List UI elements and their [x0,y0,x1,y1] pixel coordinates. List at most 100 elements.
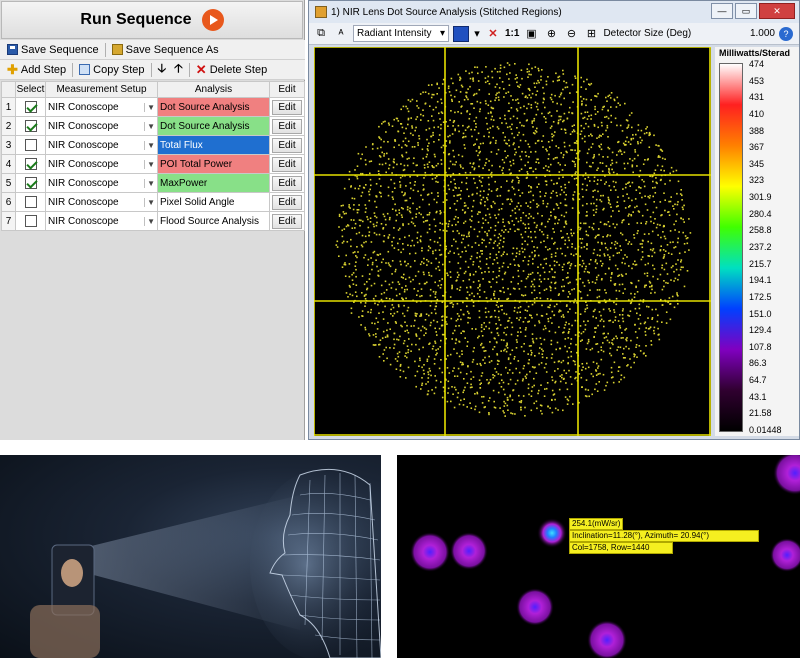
move-step-down-button[interactable]: 🡣 [154,61,171,79]
dot [370,184,372,187]
dot [564,132,567,134]
edit-button[interactable]: Edit [272,137,302,153]
analysis-cell[interactable]: Pixel Solid Angle [157,192,270,212]
table-row[interactable]: 3 NIR Conoscope ▼ Total Flux Edit [1,135,305,155]
edit-button[interactable]: Edit [272,194,302,210]
add-step-button[interactable]: ✚ Add Step [3,61,70,79]
select-cell[interactable] [15,173,46,193]
minimize-button[interactable]: — [711,3,733,19]
delete-step-button[interactable]: ✕ Delete Step [192,61,271,79]
select-cell[interactable] [15,116,46,136]
measurement-setup-cell[interactable]: NIR Conoscope ▼ [45,173,158,193]
detector-icon[interactable]: ⊞ [583,26,599,42]
select-cell[interactable] [15,211,46,231]
dot [425,332,427,334]
table-row[interactable]: 2 NIR Conoscope ▼ Dot Source Analysis Edi… [1,116,305,136]
chevron-down-icon[interactable]: ▼ [144,159,155,169]
table-row[interactable]: 1 NIR Conoscope ▼ Dot Source Analysis Edi… [1,97,305,117]
dot [569,264,572,267]
chevron-down-icon[interactable]: ▼ [144,216,155,226]
chevron-down-icon[interactable]: ▼ [144,102,155,112]
zoom-out-icon[interactable]: ⊖ [563,26,579,42]
select-checkbox[interactable] [24,196,37,208]
dot [411,98,414,101]
edit-button[interactable]: Edit [272,175,302,191]
analysis-cell[interactable]: Total Flux [157,135,270,155]
dot [409,175,411,178]
table-row[interactable]: 6 NIR Conoscope ▼ Pixel Solid Angle Edit [1,192,305,212]
dot [467,266,470,268]
select-checkbox[interactable] [24,101,37,113]
dot [345,225,348,228]
dot [479,201,482,204]
run-sequence-button[interactable]: Run Sequence [1,1,303,39]
edit-button[interactable]: Edit [272,213,302,229]
analysis-cell[interactable]: POI Total Power [157,154,270,174]
close-button[interactable]: ✕ [759,3,795,19]
fit-icon[interactable]: ▣ [523,26,539,42]
analysis-cell[interactable]: Dot Source Analysis [157,97,270,117]
help-icon[interactable]: ? [779,26,793,41]
save-sequence-button[interactable]: Save Sequence [3,41,103,59]
dot [453,120,455,122]
move-step-up-button[interactable]: 🡡 [170,61,187,79]
chevron-down-icon[interactable]: ▾ [473,26,481,42]
edit-button[interactable]: Edit [272,118,302,134]
dot [361,275,364,277]
edit-button[interactable]: Edit [272,156,302,172]
clear-icon[interactable]: ✕ [485,26,501,42]
dot-source-plot[interactable] [313,46,711,436]
select-checkbox[interactable] [24,158,37,170]
zoom-in-icon[interactable]: ⊕ [543,26,559,42]
measurement-setup-cell[interactable]: NIR Conoscope ▼ [45,154,158,174]
chevron-down-icon[interactable]: ▼ [144,121,155,131]
dot [652,211,655,214]
dot [512,143,515,146]
select-checkbox[interactable] [24,139,37,151]
detector-size-value[interactable]: 1.000 [750,28,775,39]
colormap-icon[interactable] [453,25,469,42]
measurement-setup-cell[interactable]: NIR Conoscope ▼ [45,116,158,136]
dot [564,324,567,326]
table-row[interactable]: 7 NIR Conoscope ▼ Flood Source Analysis E… [1,211,305,231]
select-cell[interactable] [15,97,46,117]
dot [397,120,400,122]
dot [546,298,549,300]
dot [474,393,476,395]
analysis-cell[interactable]: Dot Source Analysis [157,116,270,136]
analysis-cell[interactable]: MaxPower [157,173,270,193]
measurement-setup-cell[interactable]: NIR Conoscope ▼ [45,97,158,117]
select-checkbox[interactable] [24,215,37,227]
dot [668,214,671,216]
chevron-down-icon[interactable]: ▼ [144,178,155,188]
measurement-setup-cell[interactable]: NIR Conoscope ▼ [45,135,158,155]
select-cell[interactable] [15,154,46,174]
analysis-cell[interactable]: Flood Source Analysis [157,211,270,231]
select-cell[interactable] [15,192,46,212]
measurement-setup-cell[interactable]: NIR Conoscope ▼ [45,192,158,212]
copy-image-icon[interactable]: ⧉ [313,26,329,42]
dot [417,144,419,146]
save-sequence-as-button[interactable]: Save Sequence As [108,41,223,59]
select-cell[interactable] [15,135,46,155]
select-checkbox[interactable] [24,177,37,189]
chevron-down-icon[interactable]: ▼ [144,140,155,150]
dot [668,211,670,213]
dot [624,254,626,256]
dot [431,348,434,350]
dot [598,381,600,383]
dot [643,272,646,275]
edit-button[interactable]: Edit [272,99,302,115]
table-row[interactable]: 4 NIR Conoscope ▼ POI Total Power Edit [1,154,305,174]
measurement-setup-cell[interactable]: NIR Conoscope ▼ [45,211,158,231]
chevron-down-icon[interactable]: ▼ [144,197,155,207]
dot [438,134,441,136]
copy-step-button[interactable]: Copy Step [75,61,148,79]
zoom-1-to-1-button[interactable]: 1:1 [505,28,519,39]
dot [661,264,664,267]
select-checkbox[interactable] [24,120,37,132]
display-mode-select[interactable]: Radiant Intensity ▾ [353,25,449,42]
table-row[interactable]: 5 NIR Conoscope ▼ MaxPower Edit [1,173,305,193]
label-tool-icon[interactable]: ᴬ [333,26,349,42]
maximize-button[interactable]: ▭ [735,3,757,19]
